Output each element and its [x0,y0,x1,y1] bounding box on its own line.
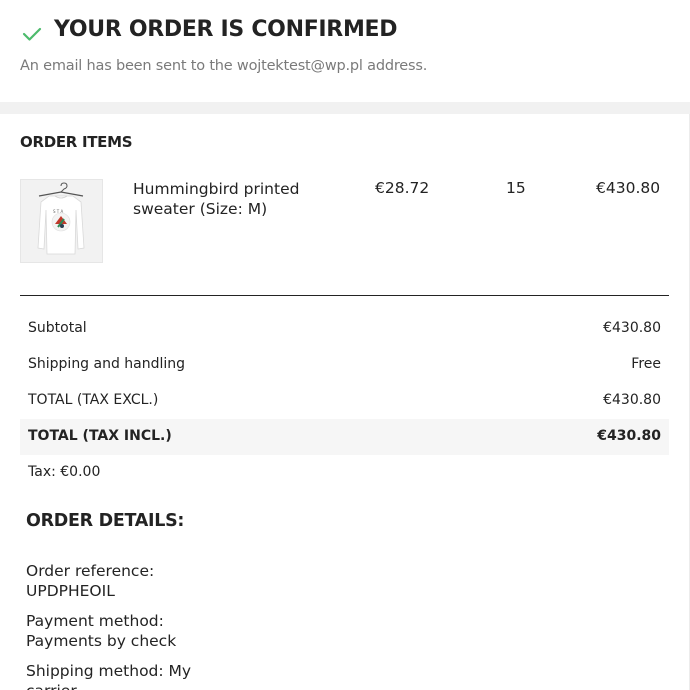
sweater-image: S T A [21,180,102,262]
total-excl-label: TOTAL (TAX EXCL.) [28,392,159,408]
shipping-row: Shipping and handling Free [20,347,669,383]
order-reference: Order reference: UPDPHEOIL [26,562,155,600]
items-divider [20,295,669,296]
check-icon [22,27,42,41]
product-name: Hummingbird printed sweater (Size: M) [133,180,300,218]
product-thumbnail[interactable]: S T A [20,179,103,263]
confirmation-header: YOUR ORDER IS CONFIRMED An email has bee… [0,0,690,102]
section-separator [0,102,690,114]
order-details-heading: ORDER DETAILS: [26,511,185,531]
unit-price: €28.72 [375,179,430,197]
shipping-value: Free [631,356,661,372]
page-title: YOUR ORDER IS CONFIRMED [54,17,398,42]
total-excl-row: TOTAL (TAX EXCL.) €430.80 [20,383,669,419]
shipping-method: Shipping method: My carrier [26,662,192,690]
svg-text:S T A: S T A [53,209,64,214]
subtotal-value: €430.80 [603,320,661,336]
total-incl-value: €430.80 [597,428,661,444]
total-incl-label: TOTAL (TAX INCL.) [28,428,172,444]
subtotal-label: Subtotal [28,320,87,336]
line-total: €430.80 [596,179,661,197]
order-items-heading: ORDER ITEMS [20,133,133,151]
quantity: 15 [506,179,526,197]
subtotal-row: Subtotal €430.80 [20,311,669,347]
total-incl-row: TOTAL (TAX INCL.) €430.80 [20,419,669,455]
total-excl-value: €430.80 [603,392,661,408]
payment-method: Payment method: Payments by check [26,612,177,650]
shipping-label: Shipping and handling [28,356,186,372]
tax-line: Tax: €0.00 [28,464,101,480]
email-notice: An email has been sent to the wojtektest… [20,58,428,74]
